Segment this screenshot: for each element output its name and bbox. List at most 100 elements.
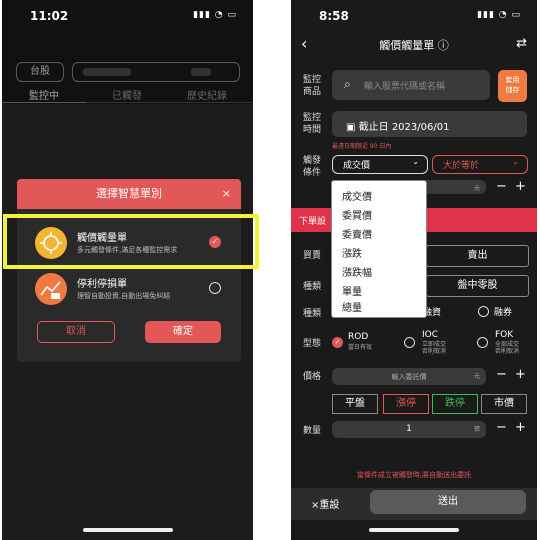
quantity-input[interactable]: 1 張 xyxy=(332,421,486,438)
right-screen: 8:58 ▮▮▮ ◔ ▭ ‹ 觸價觸量單 ⓘ ⇄ 監控 商品 ⌕ 輸入股票代碼或… xyxy=(291,0,537,540)
swap-icon[interactable]: ⇄ xyxy=(516,36,527,51)
quantity-value: 1 xyxy=(406,424,412,434)
label-price: 價格 xyxy=(303,372,322,382)
plus-button[interactable]: + xyxy=(515,179,526,194)
date-note: 最遠日期限近 90 日內 xyxy=(332,143,392,150)
left-screen: 11:02 ▮▮▮ ◔ ▭ 台股 監控中 已觸發 歷史紀錄 選擇智慧單別 × 觸… xyxy=(2,0,253,540)
status-bar: 11:02 ▮▮▮ ◔ ▭ xyxy=(2,0,253,34)
label-trigger: 觸發 條件 xyxy=(303,155,321,179)
label-type1: 種類 xyxy=(303,282,322,292)
ioc-option[interactable]: IOC xyxy=(422,330,438,340)
info-icon[interactable]: ⓘ xyxy=(438,39,449,52)
trigger-operator-select[interactable]: 大於等於 ⌄ xyxy=(432,155,528,174)
label-order-type: 型態 xyxy=(303,339,322,349)
label-buy-sell: 買賣 xyxy=(303,251,322,261)
chevron-down-icon: ⌄ xyxy=(412,157,419,166)
rod-sub: 當日有效 xyxy=(348,344,373,351)
stock-field[interactable] xyxy=(72,62,240,82)
price-input[interactable]: 輸入委託價 元 xyxy=(332,368,486,385)
order-type-modal: 選擇智慧單別 × 觸價觸量單 多元觸發條件,滿足各種監控需求 ✓ 停利停損單 理… xyxy=(17,179,241,362)
quick-limit-up-button[interactable]: 漲停 xyxy=(383,394,429,414)
quick-limit-down-button[interactable]: 跌停 xyxy=(432,394,478,414)
chevron-down-icon: ⌄ xyxy=(512,157,519,166)
dropdown-item[interactable]: 成交價 xyxy=(342,188,372,203)
option-stop-loss[interactable]: 停利停損單 理智自動投資,自動出場免糾結 xyxy=(17,265,241,313)
status-bar: 8:58 ▮▮▮ ◔ ▭ xyxy=(291,0,537,34)
option-title: 停利停損單 xyxy=(77,279,127,290)
modal-title: 選擇智慧單別 xyxy=(96,187,162,200)
price-placeholder: 輸入委託價 xyxy=(391,373,427,381)
search-input[interactable]: ⌕ 輸入股票代碼或名稱 xyxy=(332,70,490,100)
save-btn-line: 儲存 xyxy=(505,86,520,94)
quick-market-button[interactable]: 市價 xyxy=(481,394,527,414)
minus-button[interactable]: − xyxy=(496,367,507,382)
dropdown-item[interactable]: 漲跌 xyxy=(342,245,362,260)
trigger-op-value: 大於等於 xyxy=(443,161,480,171)
market-select[interactable]: 台股 xyxy=(16,62,64,82)
dropdown-item[interactable]: 委賣價 xyxy=(342,226,372,241)
label-quantity: 數量 xyxy=(303,426,322,436)
page-title-text: 觸價觸量單 xyxy=(379,39,435,52)
fok-sub: 全部成交 否則取消 xyxy=(495,341,519,355)
apply-save-button[interactable]: 套用 儲存 xyxy=(498,70,527,102)
date-text: 截止日 2023/06/01 xyxy=(358,122,450,133)
sub-line: 否則取消 xyxy=(422,348,447,355)
odd-lot-option[interactable]: 盤中零股 xyxy=(426,275,529,297)
blurred-text xyxy=(83,68,131,76)
modal-header: 選擇智慧單別 × xyxy=(17,179,241,209)
quick-flat-button[interactable]: 平盤 xyxy=(332,394,378,414)
order-section-title: 下單設 xyxy=(299,217,327,227)
sub-line: 全部成交 xyxy=(495,341,520,348)
rod-option[interactable]: ROD xyxy=(348,332,368,342)
radio-unchecked-icon[interactable] xyxy=(404,337,415,348)
home-indicator xyxy=(369,528,459,532)
unit-label: 張 xyxy=(473,426,480,433)
plus-button[interactable]: + xyxy=(515,420,526,435)
status-time: 11:02 xyxy=(30,9,69,23)
tab-history[interactable]: 歷史紀錄 xyxy=(187,87,227,102)
status-icons: ▮▮▮ ◔ ▭ xyxy=(477,10,521,20)
reset-button[interactable]: ×重設 xyxy=(311,496,339,511)
radio-checked-icon[interactable]: ✓ xyxy=(332,337,343,348)
minus-button[interactable]: − xyxy=(496,179,507,194)
dropdown-item[interactable]: 委買價 xyxy=(342,207,372,222)
stop-loss-icon xyxy=(35,273,67,305)
page-title: 觸價觸量單 ⓘ xyxy=(291,37,537,53)
label-line: 監控 xyxy=(303,75,322,85)
tab-monitoring[interactable]: 監控中 xyxy=(29,87,59,102)
label-line: 條件 xyxy=(303,168,322,178)
status-time: 8:58 xyxy=(319,9,349,23)
search-icon: ⌕ xyxy=(344,77,351,91)
dropdown-item[interactable]: 總量 xyxy=(342,299,362,314)
unit-label: 元 xyxy=(473,373,480,380)
sub-line: 立即成交 xyxy=(422,341,447,348)
sell-option[interactable]: 賣出 xyxy=(426,245,529,267)
home-indicator xyxy=(82,528,173,532)
minus-button[interactable]: − xyxy=(496,420,507,435)
tab-divider xyxy=(86,102,253,103)
cancel-button[interactable]: 取消 xyxy=(37,321,115,343)
search-placeholder: 輸入股票代碼或名稱 xyxy=(364,82,446,92)
radio-unchecked-icon[interactable] xyxy=(477,337,488,348)
tab-underline xyxy=(2,102,86,103)
status-icons: ▮▮▮ ◔ ▭ xyxy=(193,10,237,20)
short-sell-radio[interactable]: 融券 xyxy=(494,305,512,318)
label-line: 時間 xyxy=(303,125,322,135)
footer-bar: ×重設 送出 xyxy=(291,488,537,520)
trigger-field-select[interactable]: 成交價 ⌄ xyxy=(332,155,428,174)
date-value: ▣ 截止日 2023/06/01 xyxy=(346,122,450,133)
option-desc: 理智自動投資,自動出場免糾結 xyxy=(77,292,171,300)
dropdown-item[interactable]: 漲跌幅 xyxy=(342,264,372,279)
label-type2: 種類 xyxy=(303,309,322,319)
confirm-button[interactable]: 確定 xyxy=(145,321,221,343)
date-field[interactable]: ▣ 截止日 2023/06/01 xyxy=(332,111,527,137)
radio-unchecked-icon[interactable] xyxy=(209,282,221,294)
tab-triggered[interactable]: 已觸發 xyxy=(112,87,142,102)
send-button[interactable]: 送出 xyxy=(370,490,526,514)
dropdown-item[interactable]: 單量 xyxy=(342,283,362,298)
fok-option[interactable]: FOK xyxy=(495,330,513,340)
close-icon[interactable]: × xyxy=(222,179,231,209)
radio-unchecked-icon[interactable] xyxy=(478,306,489,317)
label-line: 監控 xyxy=(303,113,322,123)
plus-button[interactable]: + xyxy=(515,367,526,382)
